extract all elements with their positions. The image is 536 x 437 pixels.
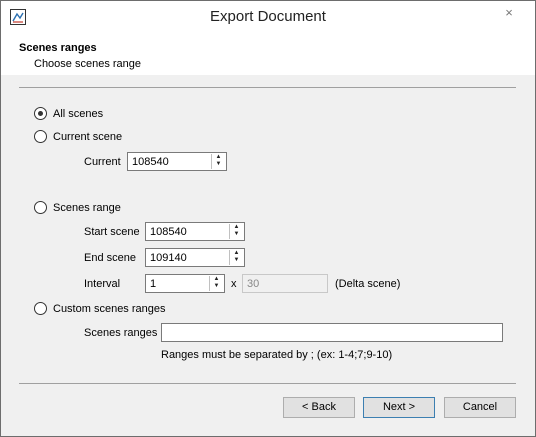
- close-icon[interactable]: ×: [498, 6, 520, 20]
- ranges-hint: Ranges must be separated by ; (ex: 1-4;7…: [161, 349, 393, 361]
- page-subtitle: Choose scenes range: [34, 58, 142, 70]
- end-scene-value: 109140: [150, 252, 187, 264]
- spin-arrows[interactable]: ▲ ▼: [211, 154, 225, 169]
- spin-down-icon[interactable]: ▼: [230, 257, 243, 264]
- end-scene-spinbox[interactable]: 109140 ▲ ▼: [145, 248, 245, 267]
- delta-scene-value: 30: [247, 278, 260, 290]
- title-bar: Export Document ×: [1, 1, 535, 32]
- scenes-ranges-label: Scenes ranges: [84, 327, 158, 339]
- radio-scenes-range-label: Scenes range: [53, 201, 121, 214]
- page-title: Scenes ranges: [19, 42, 97, 54]
- current-scene-value: 108540: [132, 156, 169, 168]
- spin-up-icon[interactable]: ▲: [230, 224, 243, 231]
- scenes-ranges-input[interactable]: [161, 323, 503, 342]
- current-label: Current: [84, 156, 121, 168]
- bottom-divider: [19, 383, 516, 384]
- delta-scene-label: (Delta scene): [335, 278, 401, 290]
- start-scene-label: Start scene: [84, 226, 140, 238]
- spin-down-icon[interactable]: ▼: [212, 161, 225, 168]
- radio-custom-ranges[interactable]: Custom scenes ranges: [34, 302, 166, 315]
- radio-all-scenes-dot[interactable]: [34, 107, 47, 120]
- radio-current-scene[interactable]: Current scene: [34, 130, 122, 143]
- spin-up-icon[interactable]: ▲: [210, 276, 223, 283]
- current-scene-spinbox[interactable]: 108540 ▲ ▼: [127, 152, 227, 171]
- radio-all-scenes[interactable]: All scenes: [34, 107, 103, 120]
- spin-up-icon[interactable]: ▲: [212, 154, 225, 161]
- top-divider: [19, 87, 516, 88]
- spin-up-icon[interactable]: ▲: [230, 250, 243, 257]
- start-scene-value: 108540: [150, 226, 187, 238]
- radio-custom-ranges-dot[interactable]: [34, 302, 47, 315]
- export-dialog: Export Document × Scenes ranges Choose s…: [0, 0, 536, 437]
- end-scene-label: End scene: [84, 252, 136, 264]
- back-button[interactable]: < Back: [283, 397, 355, 418]
- spin-arrows[interactable]: ▲ ▼: [229, 224, 243, 239]
- radio-scenes-range[interactable]: Scenes range: [34, 201, 121, 214]
- spin-arrows[interactable]: ▲ ▼: [229, 250, 243, 265]
- interval-value: 1: [150, 278, 157, 290]
- next-button[interactable]: Next >: [363, 397, 435, 418]
- radio-custom-ranges-label: Custom scenes ranges: [53, 302, 166, 315]
- radio-current-scene-dot[interactable]: [34, 130, 47, 143]
- spin-down-icon[interactable]: ▼: [210, 283, 223, 290]
- spin-arrows[interactable]: ▲ ▼: [209, 276, 223, 291]
- window-title: Export Document: [210, 8, 326, 25]
- spin-down-icon[interactable]: ▼: [230, 231, 243, 238]
- interval-label: Interval: [84, 278, 121, 290]
- wizard-header: Scenes ranges Choose scenes range: [1, 32, 535, 75]
- start-scene-spinbox[interactable]: 108540 ▲ ▼: [145, 222, 245, 241]
- radio-all-scenes-label: All scenes: [53, 107, 104, 120]
- radio-current-scene-label: Current scene: [53, 130, 123, 143]
- cancel-button[interactable]: Cancel: [444, 397, 516, 418]
- interval-spinbox[interactable]: 1 ▲ ▼: [145, 274, 225, 293]
- delta-scene-field: 30: [242, 274, 328, 293]
- times-symbol: x: [231, 278, 237, 290]
- wizard-content: All scenes Current scene Current 108540 …: [1, 75, 535, 436]
- radio-scenes-range-dot[interactable]: [34, 201, 47, 214]
